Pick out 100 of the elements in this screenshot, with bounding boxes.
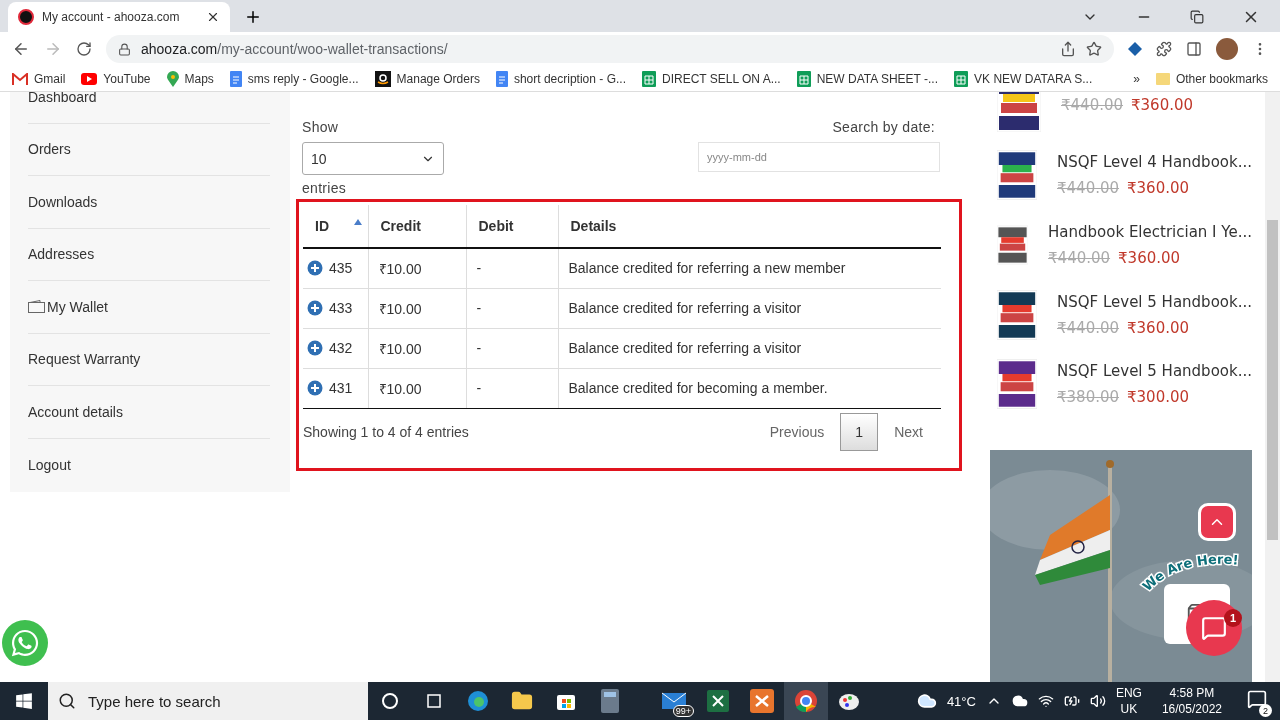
reload-icon[interactable] (76, 41, 92, 57)
id-text: 431 (329, 380, 353, 396)
table-cell: ₹10.00 (368, 288, 466, 328)
taskbar-search[interactable]: Type here to search (48, 682, 368, 720)
chat-caption: We Are Here! (1134, 546, 1258, 598)
table-cell: - (466, 248, 558, 288)
bookmark-folder[interactable]: Other bookmarks (1155, 71, 1268, 86)
entries-label: entries (302, 179, 348, 197)
nav-link[interactable]: Logout (28, 438, 270, 491)
table-cell: ₹10.00 (368, 248, 466, 288)
nav-link[interactable]: My Wallet (28, 281, 270, 334)
cloud-icon[interactable] (1011, 693, 1028, 709)
page-size-select[interactable]: 10 (302, 142, 444, 175)
share-icon[interactable] (1060, 41, 1076, 57)
mail-badge: 99+ (672, 705, 694, 717)
column-header[interactable]: Credit (368, 205, 466, 248)
table-cell: Balance credited for referring a visitor (558, 288, 941, 328)
more-bookmarks[interactable]: » (1133, 71, 1140, 86)
site-logo-icon (18, 9, 34, 25)
scroll-top-button[interactable] (1198, 503, 1236, 541)
address-bar[interactable]: ahooza.com/my-account/woo-wallet-transactions/ (106, 35, 1114, 63)
temperature: 41°C (946, 693, 976, 709)
back-icon[interactable] (12, 40, 30, 58)
nav-link[interactable]: Request Warranty (28, 333, 270, 386)
play-icon (81, 72, 98, 85)
date-field[interactable]: yyyy-mm-dd (698, 142, 940, 172)
wifi-icon[interactable] (1037, 693, 1054, 709)
battery-icon[interactable] (1063, 693, 1080, 709)
clock[interactable]: 4:58 PM 16/05/2022 (1161, 685, 1222, 717)
message-icon (1201, 615, 1227, 641)
bookmark[interactable]: Gmail (12, 71, 66, 86)
scrollbar[interactable] (1265, 92, 1280, 682)
folder-icon (1155, 71, 1170, 86)
nav-link[interactable]: Downloads (28, 176, 270, 229)
map-pin-icon (166, 70, 179, 87)
expand-icon[interactable] (307, 340, 323, 356)
bookmark[interactable]: Maps (166, 70, 214, 87)
table-cell: - (466, 288, 558, 328)
bookmark[interactable]: short decription - G... (495, 70, 626, 87)
old-price: ₹380.00 (1057, 388, 1120, 407)
notifications-button[interactable]: 2 (1242, 685, 1272, 717)
weather-icon[interactable] (916, 691, 937, 711)
page-button[interactable]: 1 (840, 412, 879, 451)
extensions-icon[interactable] (1156, 41, 1172, 57)
spreadsheet-icon (641, 70, 656, 87)
chat-bubble-icon (10, 628, 40, 658)
old-price: ₹440.00 (1048, 248, 1111, 267)
side-panel-icon[interactable] (1186, 41, 1202, 57)
diamond-icon[interactable] (1128, 42, 1142, 56)
mail-icon (12, 72, 28, 85)
next-link[interactable]: Next (894, 423, 923, 440)
nav-link[interactable]: Account details (28, 386, 270, 439)
bookmark[interactable]: Manage Orders (374, 70, 480, 87)
previous-link[interactable]: Previous (769, 423, 825, 440)
restore-icon[interactable] (1190, 10, 1204, 24)
sale-price: ₹360.00 (1131, 95, 1194, 114)
product-title[interactable]: NSQF Level 5 Handbook... (1057, 292, 1252, 311)
volume-icon[interactable] (1089, 693, 1106, 709)
smile-icon (374, 70, 391, 87)
product-title[interactable]: NSQF Level 5 Handbook... (1057, 362, 1252, 381)
column-header[interactable]: Details (558, 205, 941, 248)
expand-icon[interactable] (307, 260, 323, 277)
old-price: ₹440.00 (1061, 95, 1124, 114)
language-indicator[interactable]: ENG UK (1115, 685, 1142, 717)
bookmark[interactable]: YouTube (81, 71, 151, 86)
search-label: Search by date: (832, 118, 935, 136)
id-text: 435 (329, 260, 353, 277)
entries-summary: Showing 1 to 4 of 4 entries (303, 423, 469, 440)
product-title[interactable]: NSQF Level 4 Handbook... (1057, 152, 1252, 171)
chrome-icon[interactable] (784, 682, 828, 720)
table-cell: ₹10.00 (368, 368, 466, 408)
start-icon[interactable] (15, 692, 33, 710)
old-price: ₹440.00 (1057, 318, 1120, 337)
avatar-icon[interactable] (1216, 38, 1238, 60)
show-label: Show (302, 118, 340, 136)
spreadsheet-icon (796, 70, 811, 87)
bookmark[interactable]: sms reply - Google... (229, 70, 359, 87)
expand-icon[interactable] (307, 380, 323, 396)
star-icon[interactable] (1086, 41, 1102, 57)
id-text: 433 (329, 300, 353, 316)
nav-link[interactable]: Orders (28, 123, 270, 176)
close-icon[interactable] (206, 10, 220, 24)
table-cell: Balance credited for referring a visitor (558, 328, 941, 368)
expand-icon[interactable] (307, 300, 323, 316)
lock-icon (118, 42, 131, 56)
bookmark[interactable]: NEW DATA SHEET -... (796, 70, 939, 87)
nav-link[interactable]: Dashboard (28, 92, 270, 124)
column-header[interactable]: ID (303, 205, 368, 248)
bookmark[interactable]: VK NEW DATARA S... (954, 70, 1093, 87)
scroll-thumb[interactable] (1267, 220, 1278, 540)
bookmark[interactable]: DIRECT SELL ON A... (641, 70, 781, 87)
column-header[interactable]: Debit (466, 205, 558, 248)
sale-price: ₹360.00 (1127, 178, 1190, 197)
new-tab-icon[interactable] (244, 8, 262, 26)
table-cell: Balance credited for becoming a member. (558, 368, 941, 408)
nav-link[interactable]: Addresses (28, 228, 270, 281)
product-title[interactable]: Handbook Electrician I Ye... (1048, 222, 1252, 241)
id-text: 432 (329, 340, 353, 356)
browser-tab[interactable]: My account - ahooza.com (8, 2, 230, 32)
search-icon (58, 692, 76, 710)
